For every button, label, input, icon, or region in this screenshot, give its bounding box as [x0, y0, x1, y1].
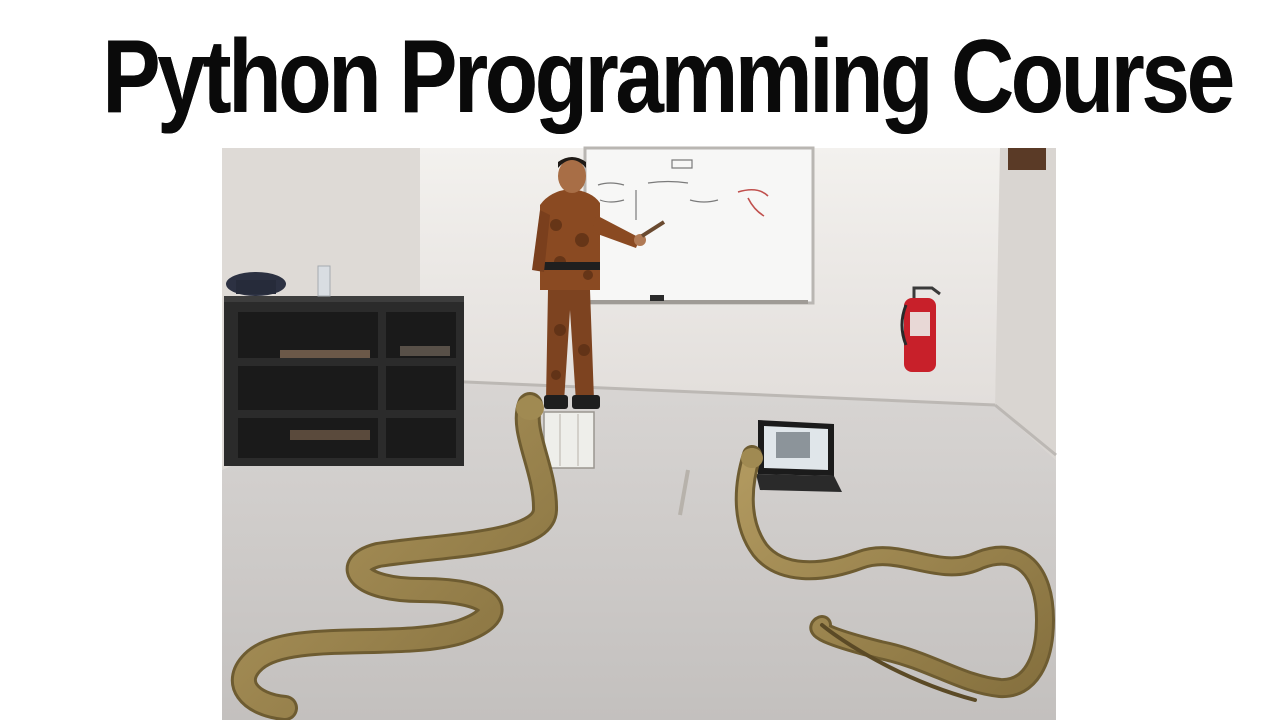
bookshelf-icon [224, 265, 464, 466]
meme-title: Python Programming Course [102, 19, 1235, 135]
laptop-icon [756, 420, 842, 492]
meme-page: Python Programming Course Python Program… [0, 0, 1280, 720]
books-icon [543, 411, 595, 469]
